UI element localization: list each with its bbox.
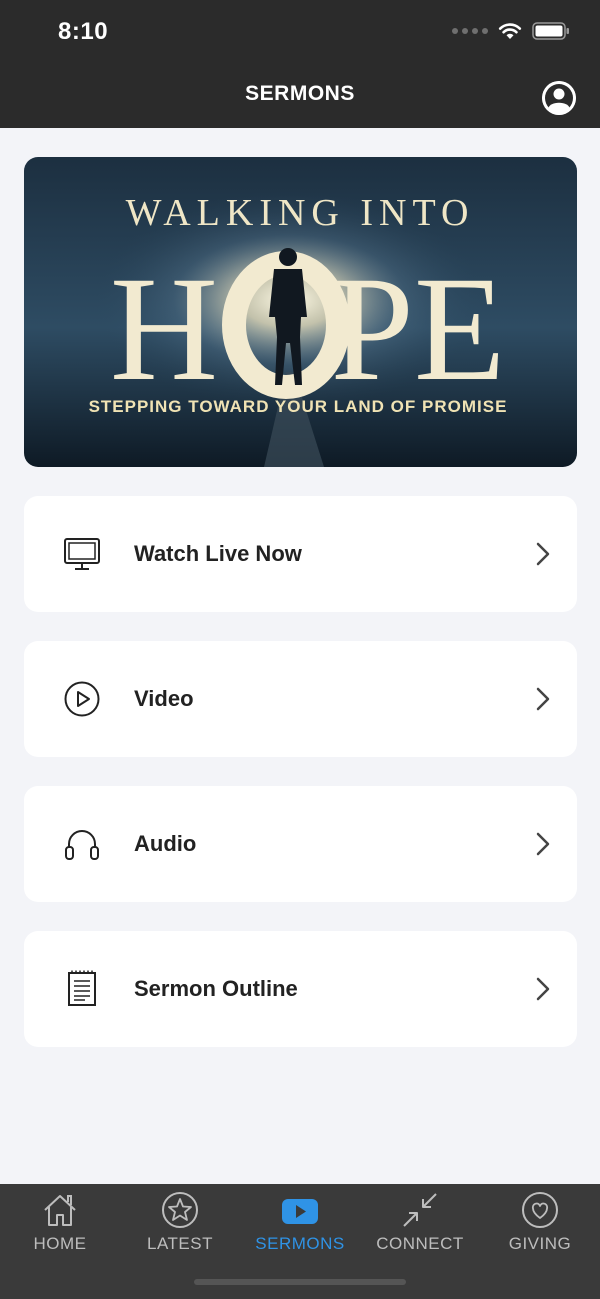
tab-connect[interactable]: CONNECT [360,1184,480,1274]
app-header: 8:10 SERMONS [0,0,600,128]
tab-giving[interactable]: GIVING [480,1184,600,1274]
watch-live-now-item[interactable]: Watch Live Now [24,496,577,612]
tab-label: GIVING [508,1234,572,1253]
tab-label: CONNECT [376,1234,464,1253]
tab-label: LATEST [147,1234,213,1253]
battery-icon [532,22,569,40]
cellular-signal-icon [452,28,488,34]
video-item[interactable]: Video [24,641,577,757]
user-icon [542,81,576,115]
tab-label: SERMONS [255,1234,345,1253]
menu-item-label: Video [134,686,194,711]
arrows-in-icon [403,1193,437,1227]
home-indicator[interactable] [194,1279,406,1285]
tab-home[interactable]: HOME [0,1184,120,1274]
sermon-series-banner[interactable]: WALKING INTO H PE STEPPING TOWARD YOUR L… [24,157,577,467]
profile-button[interactable] [542,81,576,115]
banner-title-right: PE [330,246,505,412]
sermon-outline-item[interactable]: Sermon Outline [24,931,577,1047]
page-title: SERMONS [245,82,355,105]
chevron-right-icon [536,542,550,566]
tab-label: HOME [33,1234,87,1253]
chevron-right-icon [536,687,550,711]
monitor-icon [62,534,102,574]
home-icon [44,1195,76,1226]
headphones-icon [62,824,102,864]
status-icons [452,22,570,40]
play-circle-icon [62,679,102,719]
status-time: 8:10 [58,18,109,45]
banner-title-top: WALKING INTO [126,192,475,234]
banner-subtitle: STEPPING TOWARD YOUR LAND OF PROMISE [89,397,508,416]
chevron-right-icon [536,977,550,1001]
menu-item-label: Sermon Outline [134,976,298,1001]
youtube-play-icon [282,1199,318,1224]
banner-title-left: H [110,246,218,412]
heart-circle-icon [522,1192,558,1228]
chevron-right-icon [536,832,550,856]
tab-latest[interactable]: LATEST [120,1184,240,1274]
menu-item-label: Watch Live Now [134,541,302,566]
menu-item-label: Audio [134,831,197,856]
tab-sermons[interactable]: SERMONS [240,1184,360,1274]
audio-item[interactable]: Audio [24,786,577,902]
star-circle-icon [162,1192,198,1228]
wifi-icon [498,23,522,39]
notepad-icon [62,969,102,1009]
